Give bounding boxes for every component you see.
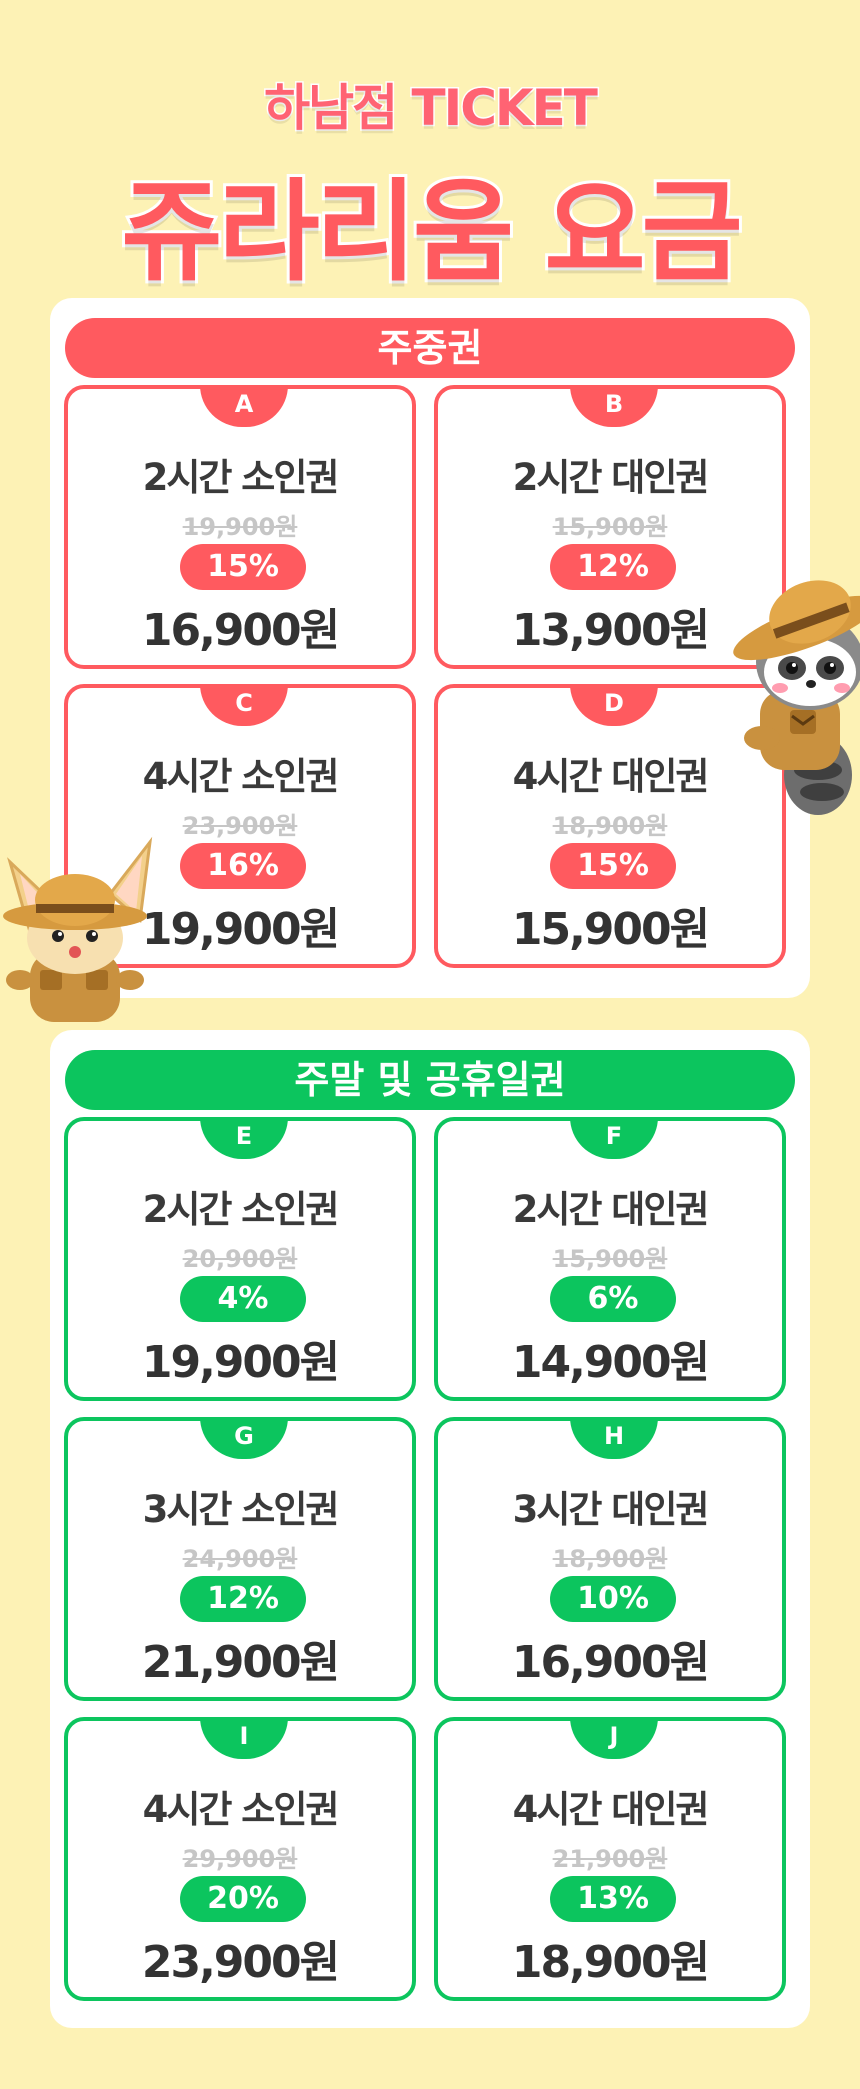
- ticket-name: 4시간 소인권: [142, 1788, 340, 1831]
- page-subtitle: 하남점 TICKET: [263, 78, 600, 139]
- ticket-letter-badge: F: [570, 1117, 658, 1159]
- ticket-card-j[interactable]: J 4시간 대인권 21,900원 13% 18,900원: [434, 1717, 786, 2001]
- sale-price: 16,900원: [511, 1637, 710, 1688]
- raccoon-explorer-mascot: [700, 570, 860, 820]
- original-price: 24,900원: [182, 1545, 298, 1573]
- original-price: 21,900원: [552, 1845, 668, 1873]
- ticket-name: 2시간 소인권: [142, 456, 340, 499]
- discount-badge: 20%: [180, 1876, 306, 1922]
- discount-badge: 4%: [180, 1276, 306, 1322]
- sale-price: 18,900원: [511, 1937, 710, 1988]
- ticket-card-a[interactable]: A 2시간 소인권 19,900원 15% 16,900원: [64, 385, 416, 669]
- ticket-letter-badge: A: [200, 385, 288, 427]
- discount-badge: 16%: [180, 843, 306, 889]
- discount-badge: 13%: [550, 1876, 676, 1922]
- ticket-letter-badge: D: [570, 684, 658, 726]
- sale-price: 23,900원: [141, 1937, 340, 1988]
- sale-price: 15,900원: [511, 904, 710, 955]
- ticket-card-e[interactable]: E 2시간 소인권 20,900원 4% 19,900원: [64, 1117, 416, 1401]
- page-title: 쥬라리움 요금: [118, 165, 746, 299]
- ticket-card-f[interactable]: F 2시간 대인권 15,900원 6% 14,900원: [434, 1117, 786, 1401]
- discount-badge: 12%: [180, 1576, 306, 1622]
- original-price: 29,900원: [182, 1845, 298, 1873]
- ticket-card-g[interactable]: G 3시간 소인권 24,900원 12% 21,900원: [64, 1417, 416, 1701]
- ticket-letter-badge: C: [200, 684, 288, 726]
- ticket-name: 4시간 소인권: [142, 755, 340, 798]
- discount-badge: 15%: [550, 843, 676, 889]
- sale-price: 21,900원: [141, 1637, 340, 1688]
- ticket-name: 3시간 대인권: [512, 1488, 710, 1531]
- discount-badge: 12%: [550, 544, 676, 590]
- ticket-card-i[interactable]: I 4시간 소인권 29,900원 20% 23,900원: [64, 1717, 416, 2001]
- ticket-name: 2시간 대인권: [512, 456, 710, 499]
- discount-badge: 6%: [550, 1276, 676, 1322]
- weekend-section-label: 주말 및 공휴일권: [65, 1050, 795, 1110]
- ticket-letter-badge: I: [200, 1717, 288, 1759]
- original-price: 19,900원: [182, 513, 298, 541]
- sale-price: 14,900원: [511, 1337, 710, 1388]
- weekday-section-label: 주중권: [65, 318, 795, 378]
- ticket-name: 4시간 대인권: [512, 1788, 710, 1831]
- original-price: 15,900원: [552, 513, 668, 541]
- ticket-name: 2시간 소인권: [142, 1188, 340, 1231]
- sale-price: 16,900원: [141, 605, 340, 656]
- ticket-letter-badge: H: [570, 1417, 658, 1459]
- ticket-letter-badge: J: [570, 1717, 658, 1759]
- discount-badge: 15%: [180, 544, 306, 590]
- ticket-name: 2시간 대인권: [512, 1188, 710, 1231]
- original-price: 18,900원: [552, 1545, 668, 1573]
- original-price: 20,900원: [182, 1245, 298, 1273]
- weekend-section: 주말 및 공휴일권 E 2시간 소인권 20,900원 4% 19,900원 F…: [50, 1030, 810, 2028]
- ticket-letter-badge: E: [200, 1117, 288, 1159]
- ticket-letter-badge: B: [570, 385, 658, 427]
- original-price: 15,900원: [552, 1245, 668, 1273]
- sale-price: 19,900원: [141, 1337, 340, 1388]
- fennec-fox-explorer-mascot: [0, 832, 170, 1032]
- ticket-letter-badge: G: [200, 1417, 288, 1459]
- discount-badge: 10%: [550, 1576, 676, 1622]
- ticket-name: 3시간 소인권: [142, 1488, 340, 1531]
- ticket-card-h[interactable]: H 3시간 대인권 18,900원 10% 16,900원: [434, 1417, 786, 1701]
- page-header: 하남점 TICKET 쥬라리움 요금: [0, 0, 860, 300]
